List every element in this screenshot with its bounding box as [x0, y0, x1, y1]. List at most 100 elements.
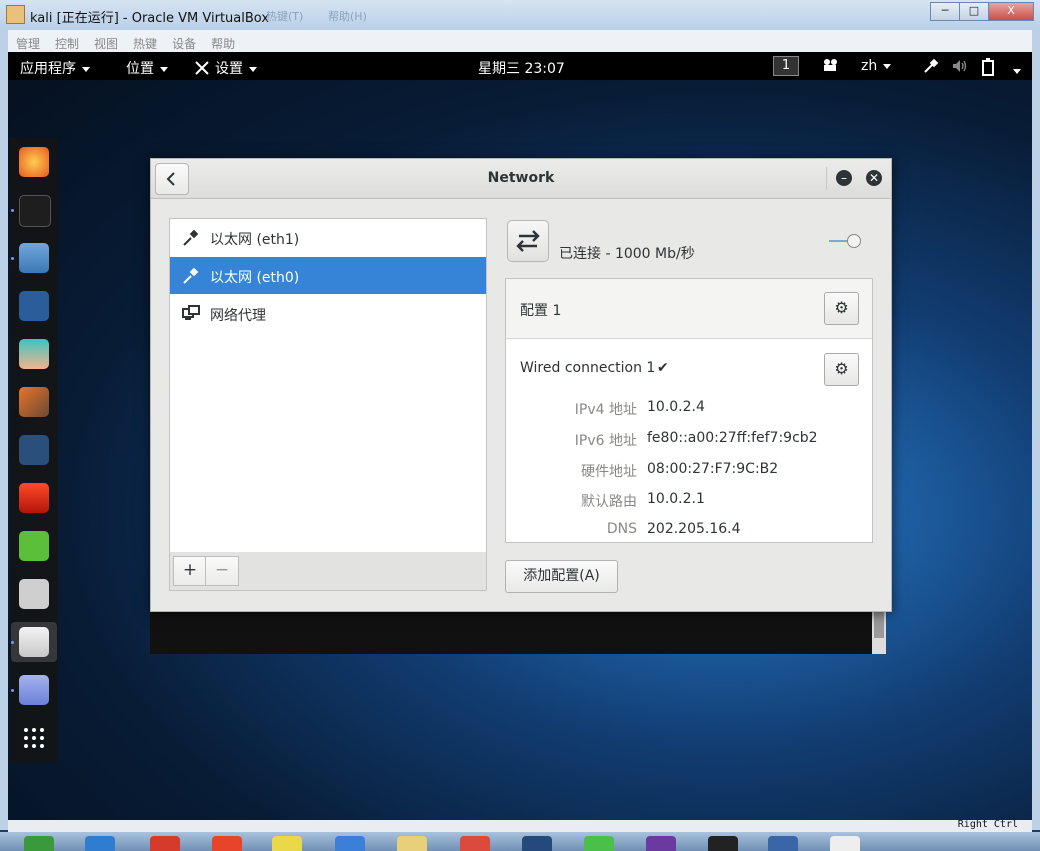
places-menu[interactable]: 位置 — [126, 58, 168, 78]
vbox-frame-right — [1032, 30, 1040, 830]
device-list: 以太网 (eth1) 以太网 (eth0) 网络代理 — [169, 218, 487, 553]
dns-value: 202.205.16.4 — [647, 521, 741, 537]
chevron-down-icon — [883, 63, 892, 69]
vbox-statusbar: Right Ctrl — [8, 819, 1032, 832]
connection-status: 已连接 - 1000 Mb/秒 — [559, 246, 695, 262]
metasploit-icon[interactable] — [19, 291, 49, 321]
volume-icon[interactable] — [951, 58, 969, 78]
taskbar-app-icon[interactable] — [830, 836, 860, 851]
tools-icon — [195, 61, 209, 75]
visual-studio-icon[interactable] — [646, 836, 676, 851]
vbox-menu-view[interactable]: 视图 — [94, 35, 118, 52]
virtualbox-task-icon[interactable] — [768, 836, 798, 851]
header-separator — [826, 167, 827, 190]
add-profile-button[interactable]: 添加配置(A) — [505, 560, 618, 593]
dock — [10, 138, 58, 762]
taskbar-app-icon[interactable] — [85, 836, 115, 851]
connection-settings-button[interactable]: ⚙ — [824, 353, 859, 386]
applications-menu[interactable]: 应用程序 — [20, 58, 90, 78]
hardware-address-label: 硬件地址 — [581, 464, 637, 480]
running-indicator — [11, 257, 14, 260]
notes-icon[interactable] — [19, 675, 49, 705]
maltego-icon[interactable] — [19, 435, 49, 465]
taskbar-app-icon[interactable] — [397, 836, 427, 851]
profile-title: 配置 1 — [520, 303, 562, 319]
network-wired-icon[interactable] — [923, 58, 939, 78]
switch-knob[interactable] — [847, 234, 861, 248]
headerbar: Network – ✕ — [151, 159, 891, 199]
taskbar-app-icon[interactable] — [212, 836, 242, 851]
taskbar-app-icon[interactable] — [272, 836, 302, 851]
default-route-value: 10.0.2.1 — [647, 491, 705, 507]
chrome-icon[interactable] — [460, 836, 490, 851]
clock[interactable]: 星期三 23:07 — [478, 58, 565, 78]
app-grid-icon[interactable] — [19, 723, 49, 753]
check-icon: ✔ — [657, 360, 669, 376]
profile-row: 配置 1 ⚙ — [506, 279, 872, 339]
profile-settings-button[interactable]: ⚙ — [824, 292, 859, 325]
host-key-label: Right Ctrl — [957, 819, 1018, 830]
files-icon[interactable] — [19, 243, 49, 273]
add-device-button[interactable]: + — [173, 556, 207, 586]
vbox-ghost-menu-hotkey: 热键(T) — [266, 10, 304, 23]
workspace-indicator[interactable]: 1 — [773, 56, 799, 76]
vbox-window-title: kali [正在运行] - Oracle VM VirtualBox — [30, 11, 270, 26]
minimize-button[interactable]: ─ — [930, 2, 960, 21]
keyboard-icon[interactable] — [19, 579, 49, 609]
gnome-topbar: 应用程序 位置 设置 星期三 23:07 1 zh — [8, 52, 1032, 80]
ipv4-label: IPv4 地址 — [574, 402, 637, 418]
vbox-menu-control[interactable]: 控制 — [55, 35, 79, 52]
virtualbox-icon — [6, 5, 25, 24]
faraday-icon[interactable] — [19, 483, 49, 513]
vbox-menubar: 管理 控制 视图 热键 设备 帮助 — [8, 30, 1032, 53]
text-editor-icon[interactable] — [19, 531, 49, 561]
close-icon[interactable]: ✕ — [866, 170, 882, 186]
network-proxy[interactable]: 网络代理 — [170, 295, 486, 332]
vbox-frame-left — [0, 30, 8, 830]
vbox-menu-manage[interactable]: 管理 — [16, 35, 40, 52]
tweaks-icon[interactable] — [19, 627, 49, 657]
settings-menu[interactable]: 设置 — [194, 58, 257, 78]
device-eth0[interactable]: 以太网 (eth0) — [170, 257, 486, 294]
start-icon[interactable] — [24, 836, 54, 851]
window-controls: ─ □ X — [930, 2, 1034, 21]
close-window-button[interactable]: X — [988, 2, 1034, 21]
windows-taskbar — [0, 832, 1040, 851]
vbox-menu-help[interactable]: 帮助 — [211, 35, 235, 52]
connection-name: Wired connection 1 — [520, 360, 656, 376]
taskbar-app-icon[interactable] — [150, 836, 180, 851]
guest-desktop: 应用程序 位置 设置 星期三 23:07 1 zh Network – ✕ 以太… — [8, 52, 1032, 820]
vbox-menu-hotkey[interactable]: 热键 — [133, 35, 157, 52]
ethernet-icon — [183, 229, 199, 246]
battery-icon[interactable] — [980, 58, 996, 80]
avatar-app-icon[interactable] — [19, 339, 49, 369]
ipv4-value: 10.0.2.4 — [647, 399, 705, 415]
recording-icon[interactable] — [822, 58, 840, 76]
ethernet-icon — [183, 267, 199, 284]
chevron-down-icon — [249, 66, 257, 72]
chevron-down-icon — [160, 66, 168, 72]
terminal-scrollbar[interactable] — [872, 610, 886, 654]
profile-panel: 配置 1 ⚙ Wired connection 1 ✔ ⚙ IPv4 地址 10… — [505, 278, 873, 543]
qq-icon[interactable] — [708, 836, 738, 851]
network-settings-window: Network – ✕ 以太网 (eth1) 以太网 (eth0) 网络代理 +… — [150, 158, 892, 612]
language-menu[interactable]: zh — [861, 58, 892, 74]
minimize-icon[interactable]: – — [836, 170, 852, 186]
device-label: 以太网 (eth1) — [210, 232, 300, 248]
running-indicator — [11, 689, 14, 692]
taskbar-app-icon[interactable] — [335, 836, 365, 851]
chevron-down-icon — [82, 66, 90, 72]
taskbar-app-icon[interactable] — [522, 836, 552, 851]
maximize-button[interactable]: □ — [959, 2, 989, 21]
terminal-window[interactable] — [150, 610, 886, 654]
device-eth1[interactable]: 以太网 (eth1) — [170, 219, 486, 256]
remove-device-button[interactable]: − — [205, 556, 239, 586]
device-list-toolbar: + − — [169, 552, 487, 591]
device-label: 网络代理 — [210, 308, 266, 324]
vbox-menu-devices[interactable]: 设备 — [172, 35, 196, 52]
burpsuite-icon[interactable] — [19, 387, 49, 417]
system-menu-chevron[interactable] — [1007, 63, 1021, 79]
firefox-icon[interactable] — [19, 147, 49, 177]
taskbar-app-icon[interactable] — [584, 836, 614, 851]
terminal-icon[interactable] — [19, 195, 51, 227]
